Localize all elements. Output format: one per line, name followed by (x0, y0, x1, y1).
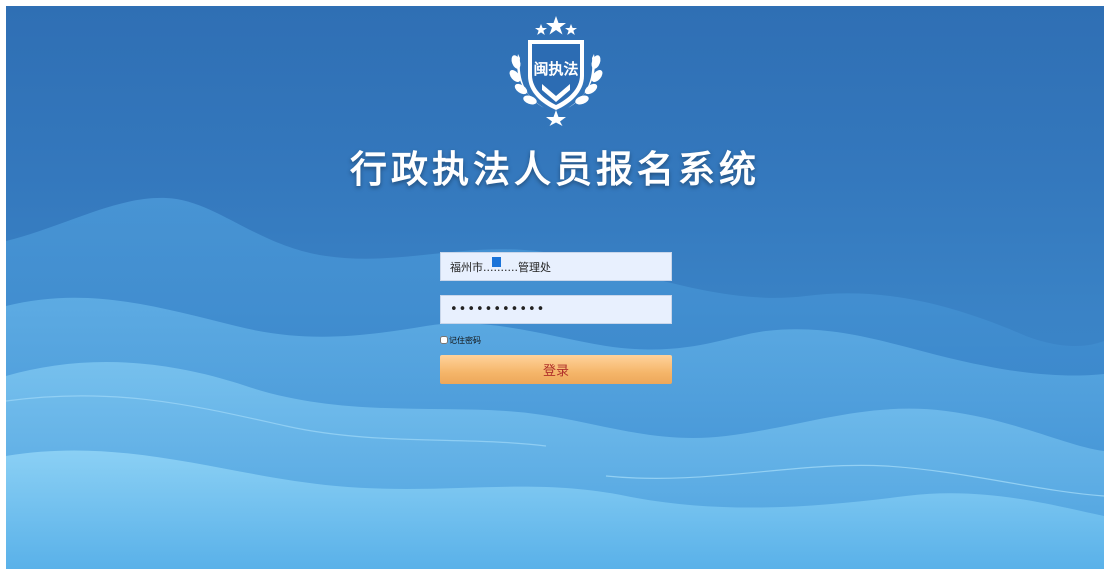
remember-password[interactable]: 记住密码 (440, 334, 481, 346)
emblem-text: 闽执法 (533, 60, 578, 78)
username-input[interactable] (440, 252, 672, 281)
redaction-mark (492, 257, 501, 267)
login-page: 闽执法 行政执法人员报名系统 记住密码 登录 (6, 6, 1104, 569)
page-title: 行政执法人员报名系统 (350, 148, 760, 191)
password-input[interactable] (440, 295, 672, 324)
remember-password-checkbox[interactable] (440, 336, 448, 344)
shield-laurel-emblem-icon: 闽执法 (509, 16, 603, 126)
login-button[interactable]: 登录 (440, 355, 672, 384)
remember-password-label: 记住密码 (449, 335, 481, 345)
